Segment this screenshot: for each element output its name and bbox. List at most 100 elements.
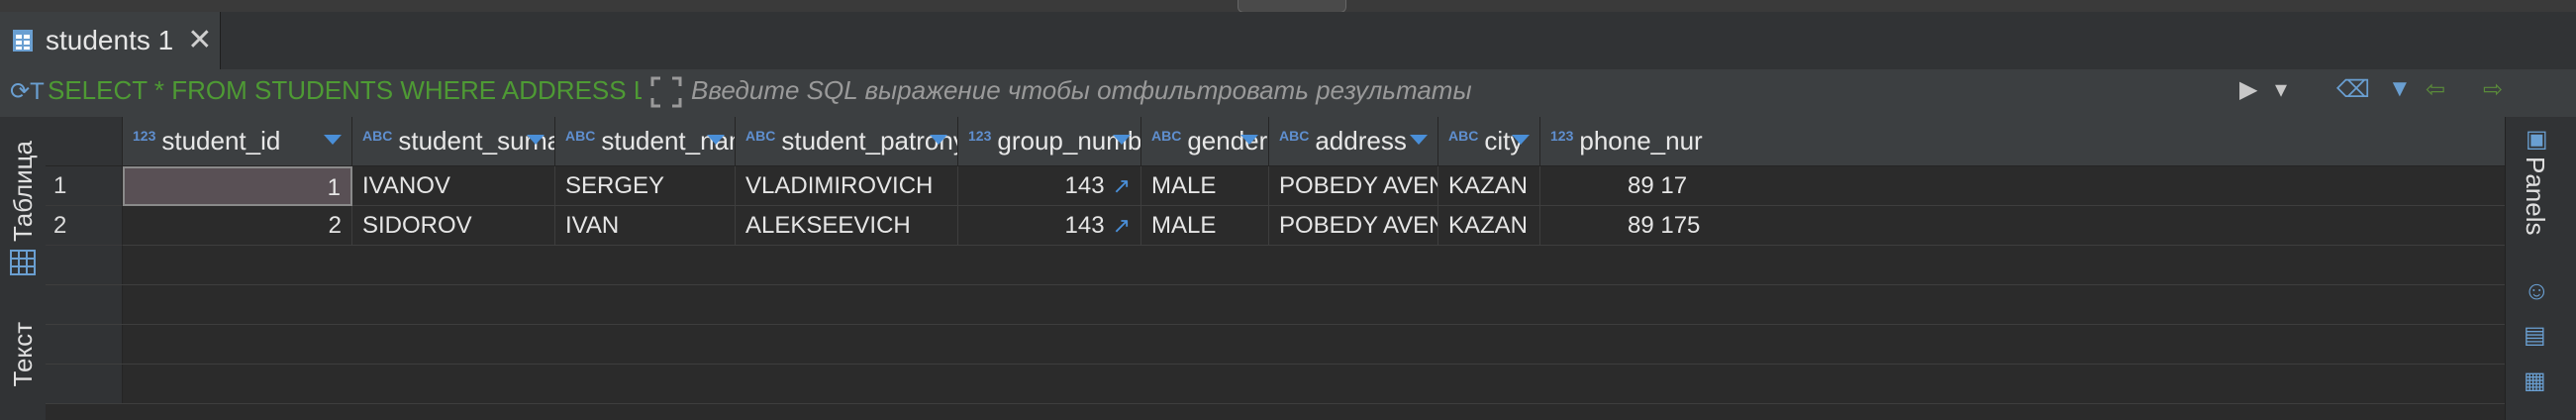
erase-filter-icon[interactable]: ⌫ [2336, 75, 2370, 104]
table-cell-student_surname[interactable]: SIDOROV [352, 206, 555, 246]
grouping-icon[interactable]: ▦ [2524, 367, 2546, 395]
table-cell-student_id[interactable]: 2 [123, 206, 352, 246]
filter-bar: ⟳T SELECT * FROM STUDENTS WHERE ADDRESS … [0, 69, 2576, 118]
table-cell-phone[interactable]: 89 17 [1540, 166, 2505, 206]
tab-students-1[interactable]: students 1 ✕ [0, 12, 221, 69]
table-cell-gender[interactable]: MALE [1141, 206, 1269, 246]
cell-value: IVAN [565, 212, 620, 239]
cell-value: POBEDY AVENUE, 18 [1279, 212, 1437, 239]
forward-icon[interactable]: ⇨ [2483, 75, 2503, 104]
column-type-icon: 123 [133, 127, 156, 144]
foreign-key-link-icon[interactable]: ↗ [1113, 173, 1131, 198]
sort-arrow-icon[interactable] [930, 135, 947, 145]
tab-panels[interactable]: Panels [2520, 157, 2550, 236]
cell-value: 2 [328, 212, 342, 239]
column-header-address[interactable]: ABC address [1269, 117, 1438, 166]
tab-table-label: Таблица [7, 141, 38, 242]
tab-title: students 1 [46, 25, 174, 55]
foreign-key-link-icon[interactable]: ↗ [1113, 213, 1131, 238]
column-type-icon: 123 [968, 127, 992, 144]
sort-arrow-icon[interactable] [1113, 135, 1131, 145]
cell-value: IVANOV [362, 172, 450, 199]
back-icon[interactable]: ⇦ [2426, 75, 2445, 104]
table-cell-city[interactable]: KAZAN [1438, 166, 1540, 206]
filter-input[interactable]: Введите SQL выражение чтобы отфильтроват… [691, 75, 2196, 109]
column-type-icon: ABC [565, 127, 596, 144]
empty-row [46, 246, 2505, 285]
left-vertical-tabs: Таблица Текст [0, 117, 47, 420]
value-viewer-icon[interactable]: ☺ [2524, 275, 2550, 306]
tab-text[interactable]: Текст [4, 295, 42, 414]
empty-row [46, 285, 2505, 325]
table-cell-student_patronymic[interactable]: ALEKSEEVICH [736, 206, 958, 246]
table-cell-student_name[interactable]: IVAN [555, 206, 736, 246]
corner-cell [46, 117, 123, 166]
cell-value: MALE [1151, 172, 1217, 199]
column-name: student_id [161, 126, 281, 156]
table-cell-group_number[interactable]: 143 ↗ [958, 206, 1141, 246]
sql-filter-icon[interactable]: ⟳T [10, 77, 45, 106]
tab-text-label: Текст [7, 322, 38, 387]
right-panels-bar: ▣ Panels ☺ ▤ ▦ [2505, 117, 2576, 420]
apply-filter-icon[interactable]: ▶ [2239, 75, 2257, 104]
column-type-icon: ABC [1151, 127, 1182, 144]
metadata-icon[interactable]: ▤ [2524, 321, 2546, 350]
sort-arrow-icon[interactable] [1240, 135, 1258, 145]
cell-value: SERGEY [565, 172, 665, 199]
column-name: address [1315, 126, 1407, 156]
table-cell-phone[interactable]: 89 175 [1540, 206, 2505, 246]
close-tab-icon[interactable]: ✕ [187, 26, 212, 55]
table-cell-student_id[interactable]: 1 [123, 166, 352, 206]
row-number[interactable]: 1 [46, 166, 123, 206]
editor-tab-bar: students 1 ✕ [0, 12, 2576, 70]
grid-icon [10, 250, 36, 275]
cell-value: 89 175 [1628, 212, 1701, 239]
column-header-gender[interactable]: ABC gender [1141, 117, 1269, 166]
table-cell-student_surname[interactable]: IVANOV [352, 166, 555, 206]
column-type-icon: ABC [1448, 127, 1479, 144]
sort-arrow-icon[interactable] [1512, 135, 1530, 145]
column-header-student_id[interactable]: 123 student_id [123, 117, 352, 166]
table-cell-city[interactable]: KAZAN [1438, 206, 1540, 246]
cell-value: SIDOROV [362, 212, 472, 239]
empty-row [46, 325, 2505, 365]
sort-arrow-icon[interactable] [1410, 135, 1428, 145]
row-number[interactable]: 2 [46, 206, 123, 246]
filter-history-icon[interactable]: ▾ [2275, 75, 2287, 104]
column-header-group_number[interactable]: 123group_number [958, 117, 1141, 166]
column-name: phone_nur [1579, 126, 1703, 156]
cell-value: VLADIMIROVICH [745, 172, 934, 199]
column-header-student_surname[interactable]: ABCstudent_surname [352, 117, 555, 166]
column-type-icon: ABC [745, 127, 776, 144]
column-header-student_patronymic[interactable]: ABCstudent_patronymic [736, 117, 958, 166]
table-cell-gender[interactable]: MALE [1141, 166, 1269, 206]
sort-arrow-icon[interactable] [707, 135, 725, 145]
sort-arrow-icon[interactable] [324, 135, 342, 145]
cell-value: 89 17 [1628, 172, 1688, 199]
table-cell-address[interactable]: POBEDY AVENUE, 18 [1269, 206, 1438, 246]
column-type-icon: ABC [362, 127, 393, 144]
sql-filter-text[interactable]: SELECT * FROM STUDENTS WHERE ADDRESS LI [48, 75, 642, 106]
cell-value: 143 [1064, 212, 1105, 239]
cell-value: 1 [327, 174, 341, 201]
cell-value: POBEDY AVENUE, 32 [1279, 172, 1437, 199]
column-type-icon: 123 [1550, 127, 1574, 144]
empty-row [46, 365, 2505, 404]
tab-table[interactable]: Таблица [4, 117, 42, 265]
table-cell-student_patronymic[interactable]: VLADIMIROVICH [736, 166, 958, 206]
expand-editor-icon[interactable] [649, 75, 683, 109]
column-header-city[interactable]: ABC city [1438, 117, 1540, 166]
table-cell-group_number[interactable]: 143 ↗ [958, 166, 1141, 206]
table-icon [13, 30, 33, 52]
table-cell-student_name[interactable]: SERGEY [555, 166, 736, 206]
cell-value: KAZAN [1448, 172, 1529, 199]
cell-value: MALE [1151, 212, 1217, 239]
table-cell-address[interactable]: POBEDY AVENUE, 32 [1269, 166, 1438, 206]
funnel-icon[interactable]: ▼ [2388, 75, 2412, 103]
cell-value: ALEKSEEVICH [745, 212, 911, 239]
column-header-phone_nur[interactable]: 123 phone_nur [1540, 117, 2505, 166]
column-header-student_name[interactable]: ABCstudent_name [555, 117, 736, 166]
sort-arrow-icon[interactable] [527, 135, 545, 145]
panels-icon[interactable]: ▣ [2526, 125, 2548, 154]
results-grid: 123student_idABCstudent_surnameABCstuden… [46, 117, 2505, 420]
